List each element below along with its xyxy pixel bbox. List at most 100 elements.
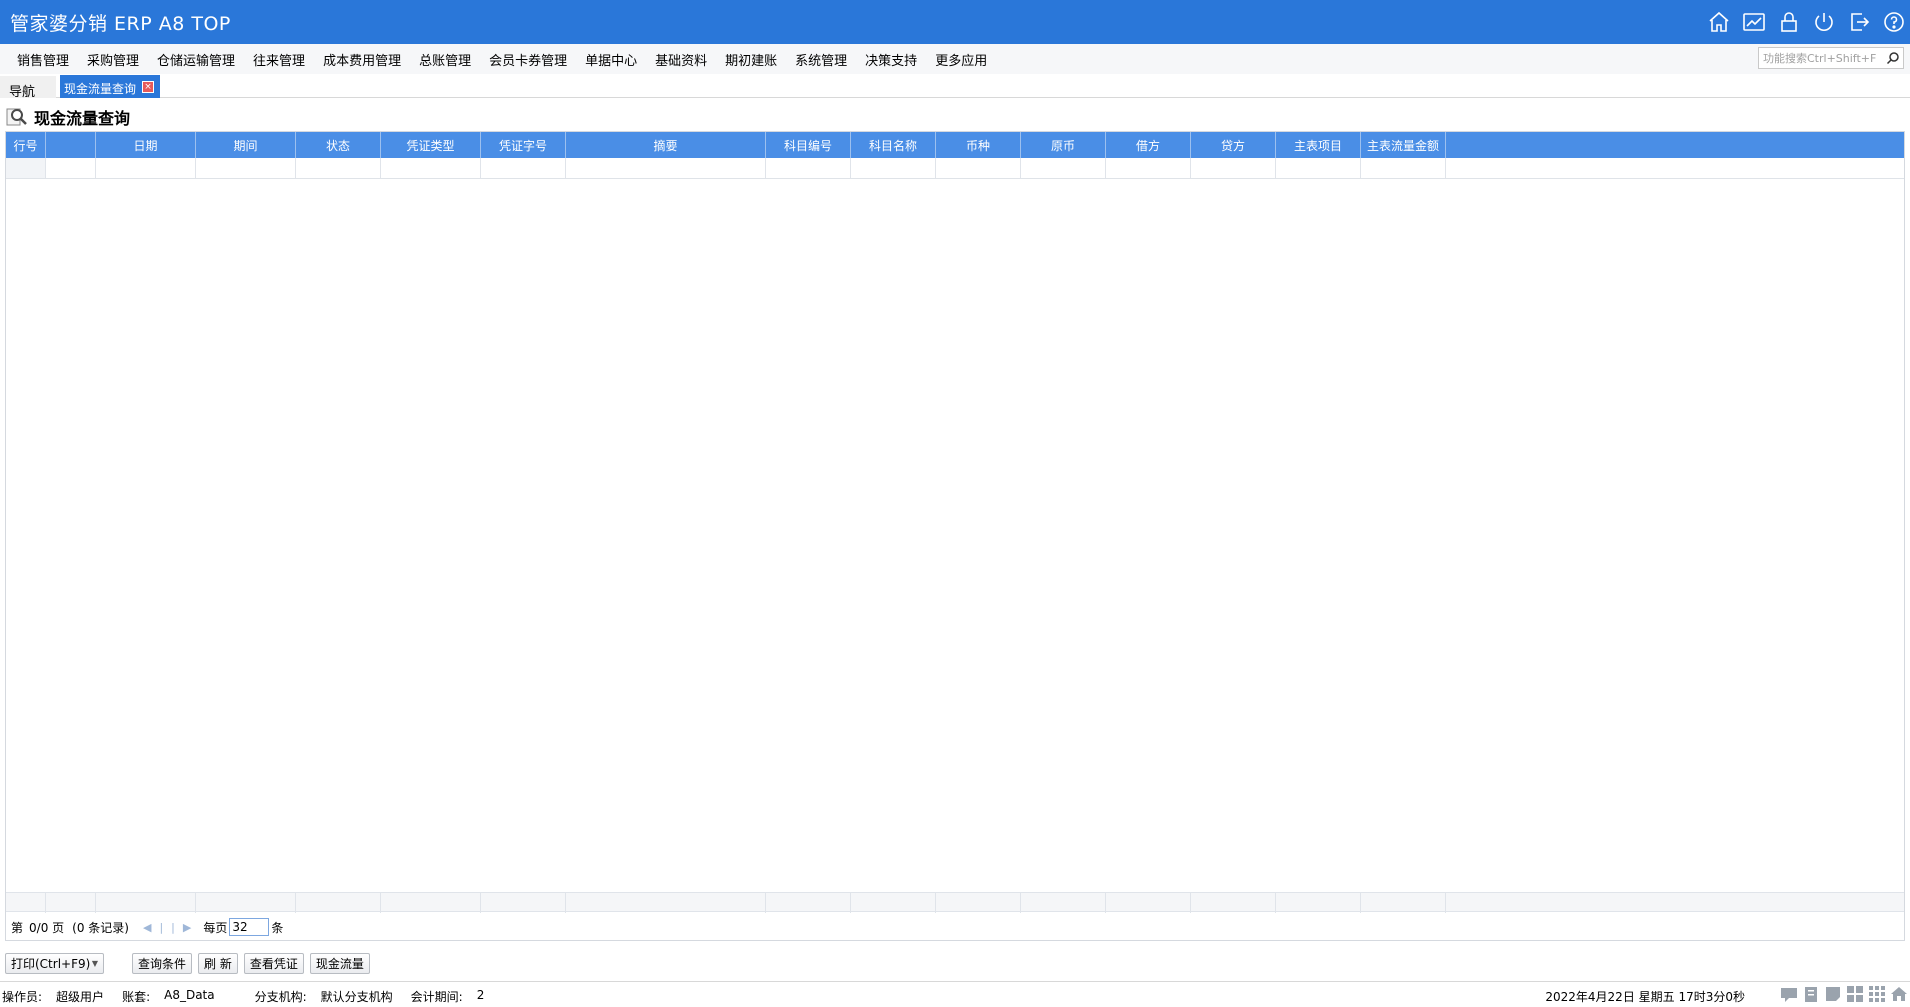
pager-prefix: 第 xyxy=(11,920,24,935)
table-cell xyxy=(196,158,296,178)
per-page-label: 每页 xyxy=(203,920,228,935)
cash-flow-button[interactable]: 现金流量 xyxy=(309,953,370,974)
table-cell xyxy=(1276,158,1361,178)
summary-cell xyxy=(1021,893,1106,913)
logout-icon[interactable] xyxy=(1847,10,1871,34)
menu-item-membership[interactable]: 会员卡券管理 xyxy=(480,50,576,69)
per-page-suffix: 条 xyxy=(271,920,284,935)
magnifier-icon xyxy=(6,106,28,128)
column-header-subject-name[interactable]: 科目名称 xyxy=(851,132,936,158)
table-cell xyxy=(46,158,96,178)
column-header-row-no[interactable]: 行号 xyxy=(6,132,46,158)
prev-page-icon[interactable]: | xyxy=(159,921,163,934)
column-header-main-item[interactable]: 主表项目 xyxy=(1276,132,1361,158)
menu-item-ledger[interactable]: 总账管理 xyxy=(410,50,480,69)
period-label: 会计期间: xyxy=(410,990,463,1004)
refresh-button[interactable]: 刷 新 xyxy=(198,953,238,974)
menu-item-purchase[interactable]: 采购管理 xyxy=(78,50,148,69)
power-icon[interactable] xyxy=(1812,10,1836,34)
summary-cell xyxy=(1276,893,1361,913)
main-menu-bar: 销售管理 采购管理 仓储运输管理 往来管理 成本费用管理 总账管理 会员卡券管理… xyxy=(0,44,1910,74)
summary-cell xyxy=(296,893,381,913)
column-header-flow-amount[interactable]: 主表流量金额 xyxy=(1361,132,1446,158)
column-header-debit[interactable]: 借方 xyxy=(1106,132,1191,158)
tab-label: 现金流量查询 xyxy=(64,82,137,96)
app-title: 管家婆分销 ERP A8 TOP xyxy=(10,13,231,35)
tab-navigation[interactable]: 导航 xyxy=(0,76,56,100)
menu-item-basic-data[interactable]: 基础资料 xyxy=(646,50,716,69)
grid-view-icon[interactable] xyxy=(1846,985,1864,1003)
table-cell xyxy=(766,158,851,178)
table-cell xyxy=(851,158,936,178)
query-conditions-button[interactable]: 查询条件 xyxy=(132,953,193,974)
last-page-icon[interactable]: ▶ xyxy=(183,921,191,934)
summary-cell xyxy=(566,893,766,913)
title-bar: 管家婆分销 ERP A8 TOP xyxy=(0,0,1910,44)
menu-item-warehouse[interactable]: 仓储运输管理 xyxy=(148,50,244,69)
column-header-status[interactable]: 状态 xyxy=(296,132,381,158)
first-page-icon[interactable]: ◀ xyxy=(143,921,151,934)
table-cell xyxy=(1361,158,1446,178)
column-header-voucher-type[interactable]: 凭证类型 xyxy=(381,132,481,158)
note-icon[interactable] xyxy=(1824,985,1842,1003)
column-header-currency[interactable]: 币种 xyxy=(936,132,1021,158)
search-icon[interactable] xyxy=(1886,51,1900,65)
message-icon[interactable] xyxy=(1780,985,1798,1003)
column-header-voucher-number[interactable]: 凭证字号 xyxy=(481,132,566,158)
column-header-blank[interactable] xyxy=(46,132,96,158)
menu-item-documents[interactable]: 单据中心 xyxy=(576,50,646,69)
operator-label: 操作员: xyxy=(2,990,43,1004)
print-button[interactable]: 打印(Ctrl+F9) ▼ xyxy=(5,953,104,974)
table-cell xyxy=(481,158,566,178)
status-bar: 操作员: 超级用户 账套: A8_Data 分支机构: 默认分支机构 会计期间:… xyxy=(0,981,1910,1007)
chart-icon[interactable] xyxy=(1742,10,1766,34)
apps-icon[interactable] xyxy=(1868,985,1886,1003)
tab-bar: 导航 现金流量查询 × xyxy=(0,74,1910,100)
account-label: 账套: xyxy=(122,990,151,1004)
menu-item-decision[interactable]: 决策支持 xyxy=(856,50,926,69)
table-row[interactable] xyxy=(6,158,1904,179)
menu-item-system[interactable]: 系统管理 xyxy=(786,50,856,69)
next-page-icon[interactable]: | xyxy=(171,921,175,934)
menu-item-sales[interactable]: 销售管理 xyxy=(8,50,78,69)
function-search-input[interactable] xyxy=(1759,48,1881,68)
tab-close-icon[interactable]: × xyxy=(142,81,154,93)
table-cell xyxy=(1191,158,1276,178)
column-header-summary[interactable]: 摘要 xyxy=(566,132,766,158)
branch-value: 默认分支机构 xyxy=(320,990,393,1004)
per-page-input[interactable] xyxy=(229,918,270,936)
table-cell xyxy=(566,158,766,178)
table-cell xyxy=(936,158,1021,178)
table-cell xyxy=(96,158,196,178)
menu-item-more[interactable]: 更多应用 xyxy=(926,50,996,69)
home-icon[interactable] xyxy=(1707,10,1731,34)
chevron-down-icon[interactable]: ▼ xyxy=(92,959,98,968)
menu-item-accounts[interactable]: 往来管理 xyxy=(244,50,314,69)
menu-item-opening[interactable]: 期初建账 xyxy=(716,50,786,69)
pager-page-info: 0/0 页 xyxy=(29,920,65,935)
menu-item-cost[interactable]: 成本费用管理 xyxy=(314,50,410,69)
column-header-original-currency[interactable]: 原币 xyxy=(1021,132,1106,158)
title-icon-group xyxy=(1707,10,1906,34)
status-info: 操作员: 超级用户 账套: A8_Data 分支机构: 默认分支机构 会计期间:… xyxy=(2,988,502,1005)
clipboard-icon[interactable] xyxy=(1802,985,1820,1003)
column-header-period[interactable]: 期间 xyxy=(196,132,296,158)
function-search xyxy=(1758,47,1904,69)
tab-cash-flow-query[interactable]: 现金流量查询 × xyxy=(60,75,160,98)
home-small-icon[interactable] xyxy=(1890,985,1908,1003)
lock-icon[interactable] xyxy=(1777,10,1801,34)
summary-cell xyxy=(381,893,481,913)
period-value: 2 xyxy=(476,988,485,1002)
print-button-label: 打印(Ctrl+F9) xyxy=(11,957,91,971)
branch-label: 分支机构: xyxy=(254,990,307,1004)
column-header-date[interactable]: 日期 xyxy=(96,132,196,158)
page-header: 现金流量查询 xyxy=(6,105,130,129)
view-voucher-button[interactable]: 查看凭证 xyxy=(243,953,304,974)
summary-cell xyxy=(851,893,936,913)
summary-cell xyxy=(6,893,46,913)
column-header-subject-code[interactable]: 科目编号 xyxy=(766,132,851,158)
help-icon[interactable] xyxy=(1882,10,1906,34)
summary-cell xyxy=(96,893,196,913)
column-header-credit[interactable]: 贷方 xyxy=(1191,132,1276,158)
